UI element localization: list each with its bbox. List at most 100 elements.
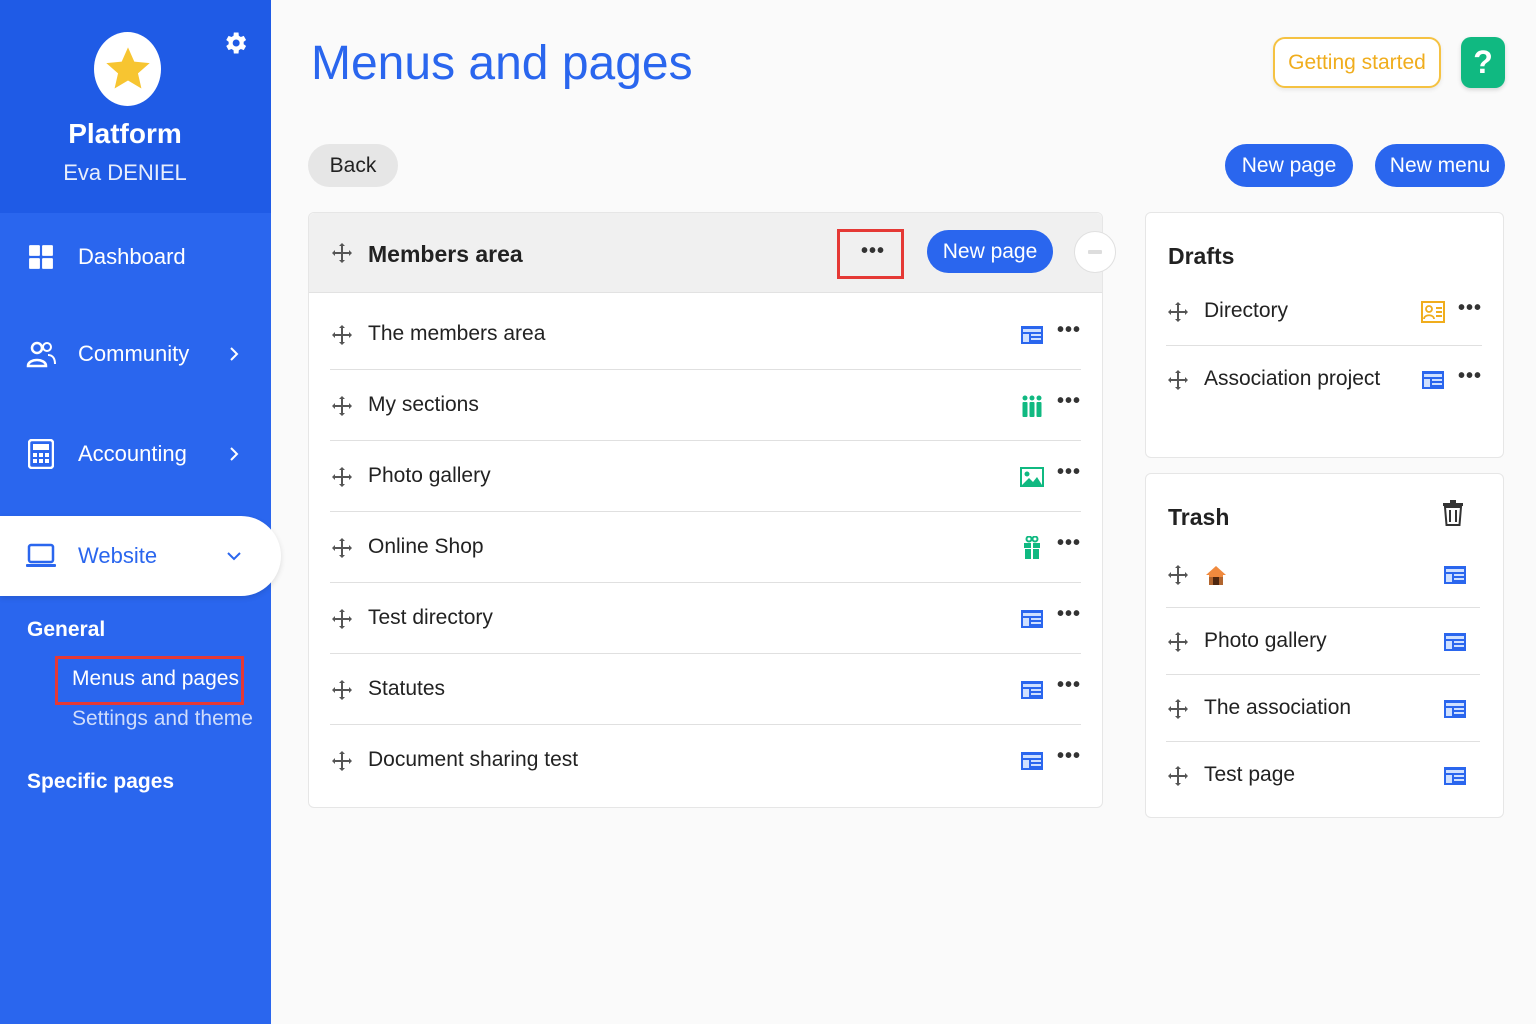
page-layout-icon: [1421, 368, 1445, 392]
page-layout-icon: [1020, 749, 1044, 773]
gift-icon: [1020, 535, 1044, 560]
section-specific-pages[interactable]: Specific pages: [27, 770, 174, 794]
row-label: Statutes: [368, 676, 446, 700]
row-label: The association: [1204, 695, 1352, 719]
row-label: Photo gallery: [368, 463, 491, 487]
nav-dashboard-label: Dashboard: [78, 244, 186, 269]
link-menus-and-pages[interactable]: Menus and pages: [72, 667, 239, 691]
members-new-page-button[interactable]: New page: [927, 230, 1053, 273]
members-area-row[interactable]: Document sharing test •••: [330, 725, 1081, 796]
trash-row[interactable]: Test page: [1166, 742, 1480, 809]
help-button[interactable]: ?: [1461, 37, 1505, 88]
back-button[interactable]: Back: [308, 144, 398, 187]
members-area-title: Members area: [368, 241, 523, 267]
draft-row[interactable]: Association project •••: [1166, 346, 1482, 414]
getting-started-button[interactable]: Getting started: [1273, 37, 1441, 88]
new-menu-button[interactable]: New menu: [1375, 144, 1505, 187]
move-icon[interactable]: [330, 323, 354, 347]
move-icon[interactable]: [330, 536, 354, 560]
move-icon[interactable]: [330, 607, 354, 631]
trash-icon[interactable]: [1440, 499, 1466, 527]
row-label: Association project: [1204, 367, 1381, 390]
more-options-icon[interactable]: •••: [1056, 319, 1082, 341]
chevron-down-icon: [224, 546, 244, 566]
nav-community-label: Community: [78, 341, 190, 366]
more-options-icon[interactable]: •••: [1056, 390, 1082, 412]
members-area-header: Members area ••• New page: [309, 213, 1102, 293]
nav-community[interactable]: Community: [0, 324, 271, 384]
more-options-icon[interactable]: •••: [1056, 674, 1082, 696]
members-area-row[interactable]: The members area •••: [330, 299, 1081, 370]
nav-website-label: Website: [78, 543, 158, 568]
move-icon[interactable]: [330, 678, 354, 702]
move-icon[interactable]: [330, 465, 354, 489]
link-settings-and-theme[interactable]: Settings and theme: [72, 707, 253, 731]
trash-row[interactable]: Photo gallery: [1166, 608, 1480, 675]
nav-accounting-label: Accounting: [78, 441, 187, 466]
contact-card-icon: [1421, 300, 1445, 324]
members-area-row[interactable]: Test directory •••: [330, 583, 1081, 654]
move-icon[interactable]: [330, 241, 354, 265]
trash-title: Trash: [1168, 504, 1230, 530]
draft-row[interactable]: Directory •••: [1166, 278, 1482, 346]
move-icon[interactable]: [1166, 300, 1190, 324]
row-label: The members area: [368, 321, 546, 345]
row-label: Online Shop: [368, 534, 484, 558]
more-options-icon[interactable]: •••: [1457, 297, 1483, 319]
page-title: Menus and pages: [311, 37, 693, 90]
calculator-icon: [26, 439, 56, 469]
row-label: Directory: [1204, 299, 1289, 322]
nav-dashboard[interactable]: Dashboard: [0, 227, 271, 287]
dashboard-icon: [26, 242, 56, 272]
members-area-row[interactable]: Online Shop •••: [330, 512, 1081, 583]
row-label: Test directory: [368, 605, 493, 629]
new-page-button[interactable]: New page: [1225, 144, 1353, 187]
home-icon: [1204, 563, 1228, 587]
row-label: Test page: [1204, 762, 1296, 786]
move-icon[interactable]: [1166, 764, 1190, 788]
row-label: My sections: [368, 392, 479, 416]
people-icon: [1020, 394, 1044, 418]
move-icon[interactable]: [330, 394, 354, 418]
laptop-icon: [26, 541, 56, 571]
community-icon: [26, 339, 56, 369]
page-layout-icon: [1443, 630, 1467, 654]
row-label: Photo gallery: [1204, 628, 1327, 652]
platform-name: Platform: [68, 118, 182, 149]
members-area-row[interactable]: Photo gallery •••: [330, 441, 1081, 512]
more-options-icon[interactable]: •••: [1056, 603, 1082, 625]
move-icon[interactable]: [1166, 697, 1190, 721]
nav-accounting[interactable]: Accounting: [0, 424, 271, 484]
page-layout-icon: [1443, 563, 1467, 587]
more-options-icon[interactable]: •••: [1056, 745, 1082, 767]
trash-row[interactable]: The association: [1166, 675, 1480, 742]
move-icon[interactable]: [330, 749, 354, 773]
nav-website[interactable]: Website: [0, 516, 281, 596]
page-layout-icon: [1020, 678, 1044, 702]
members-area-row[interactable]: My sections •••: [330, 370, 1081, 441]
sidebar: Platform Eva DENIEL Dashboard Community …: [0, 0, 281, 1024]
row-label: Document sharing test: [368, 747, 579, 771]
more-options-icon[interactable]: •••: [1457, 365, 1483, 387]
more-options-icon[interactable]: •••: [1056, 532, 1082, 554]
page-layout-icon: [1020, 323, 1044, 347]
user-name: Eva DENIEL: [63, 160, 187, 185]
page-layout-icon: [1443, 764, 1467, 788]
trash-row[interactable]: [1166, 541, 1480, 608]
chevron-right-icon: [224, 344, 244, 364]
members-area-row[interactable]: Statutes •••: [330, 654, 1081, 725]
gear-icon[interactable]: [218, 26, 252, 60]
page-layout-icon: [1020, 607, 1044, 631]
move-icon[interactable]: [1166, 368, 1190, 392]
page-layout-icon: [1443, 697, 1467, 721]
sidebar-header: Platform Eva DENIEL: [0, 0, 271, 213]
image-icon: [1020, 465, 1044, 489]
more-options-icon[interactable]: •••: [860, 240, 886, 262]
move-icon[interactable]: [1166, 563, 1190, 587]
collapse-button[interactable]: [1074, 231, 1116, 273]
more-options-icon[interactable]: •••: [1056, 461, 1082, 483]
chevron-right-icon: [224, 444, 244, 464]
section-general: General: [27, 618, 106, 641]
move-icon[interactable]: [1166, 630, 1190, 654]
drafts-title: Drafts: [1168, 243, 1235, 269]
